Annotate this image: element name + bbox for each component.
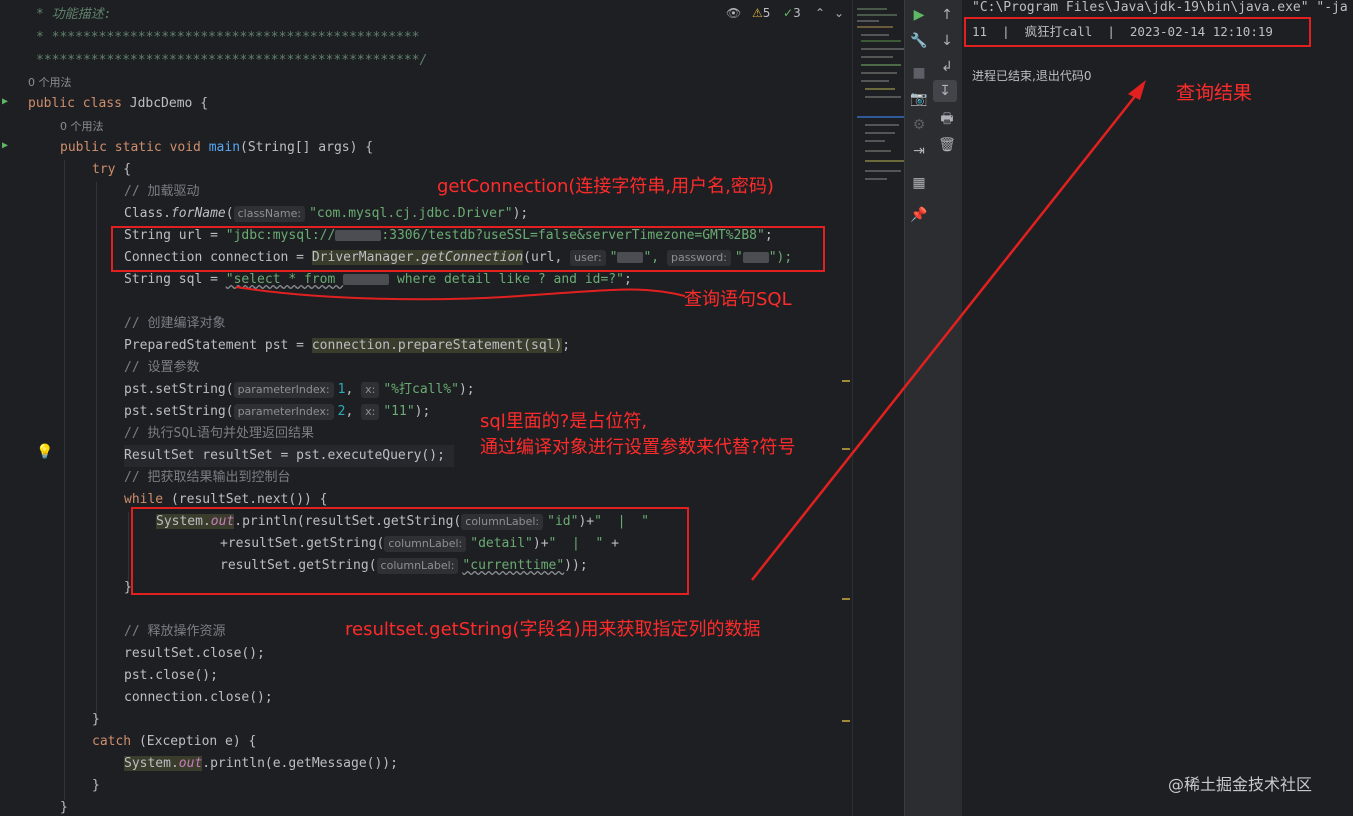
result-arrow-line	[751, 89, 1141, 581]
sql-underline-stroke	[235, 286, 686, 301]
annotation-overlay	[235, 80, 1146, 581]
result-arrow-head	[1128, 80, 1146, 100]
watermark: @稀土掘金技术社区	[1168, 775, 1313, 794]
